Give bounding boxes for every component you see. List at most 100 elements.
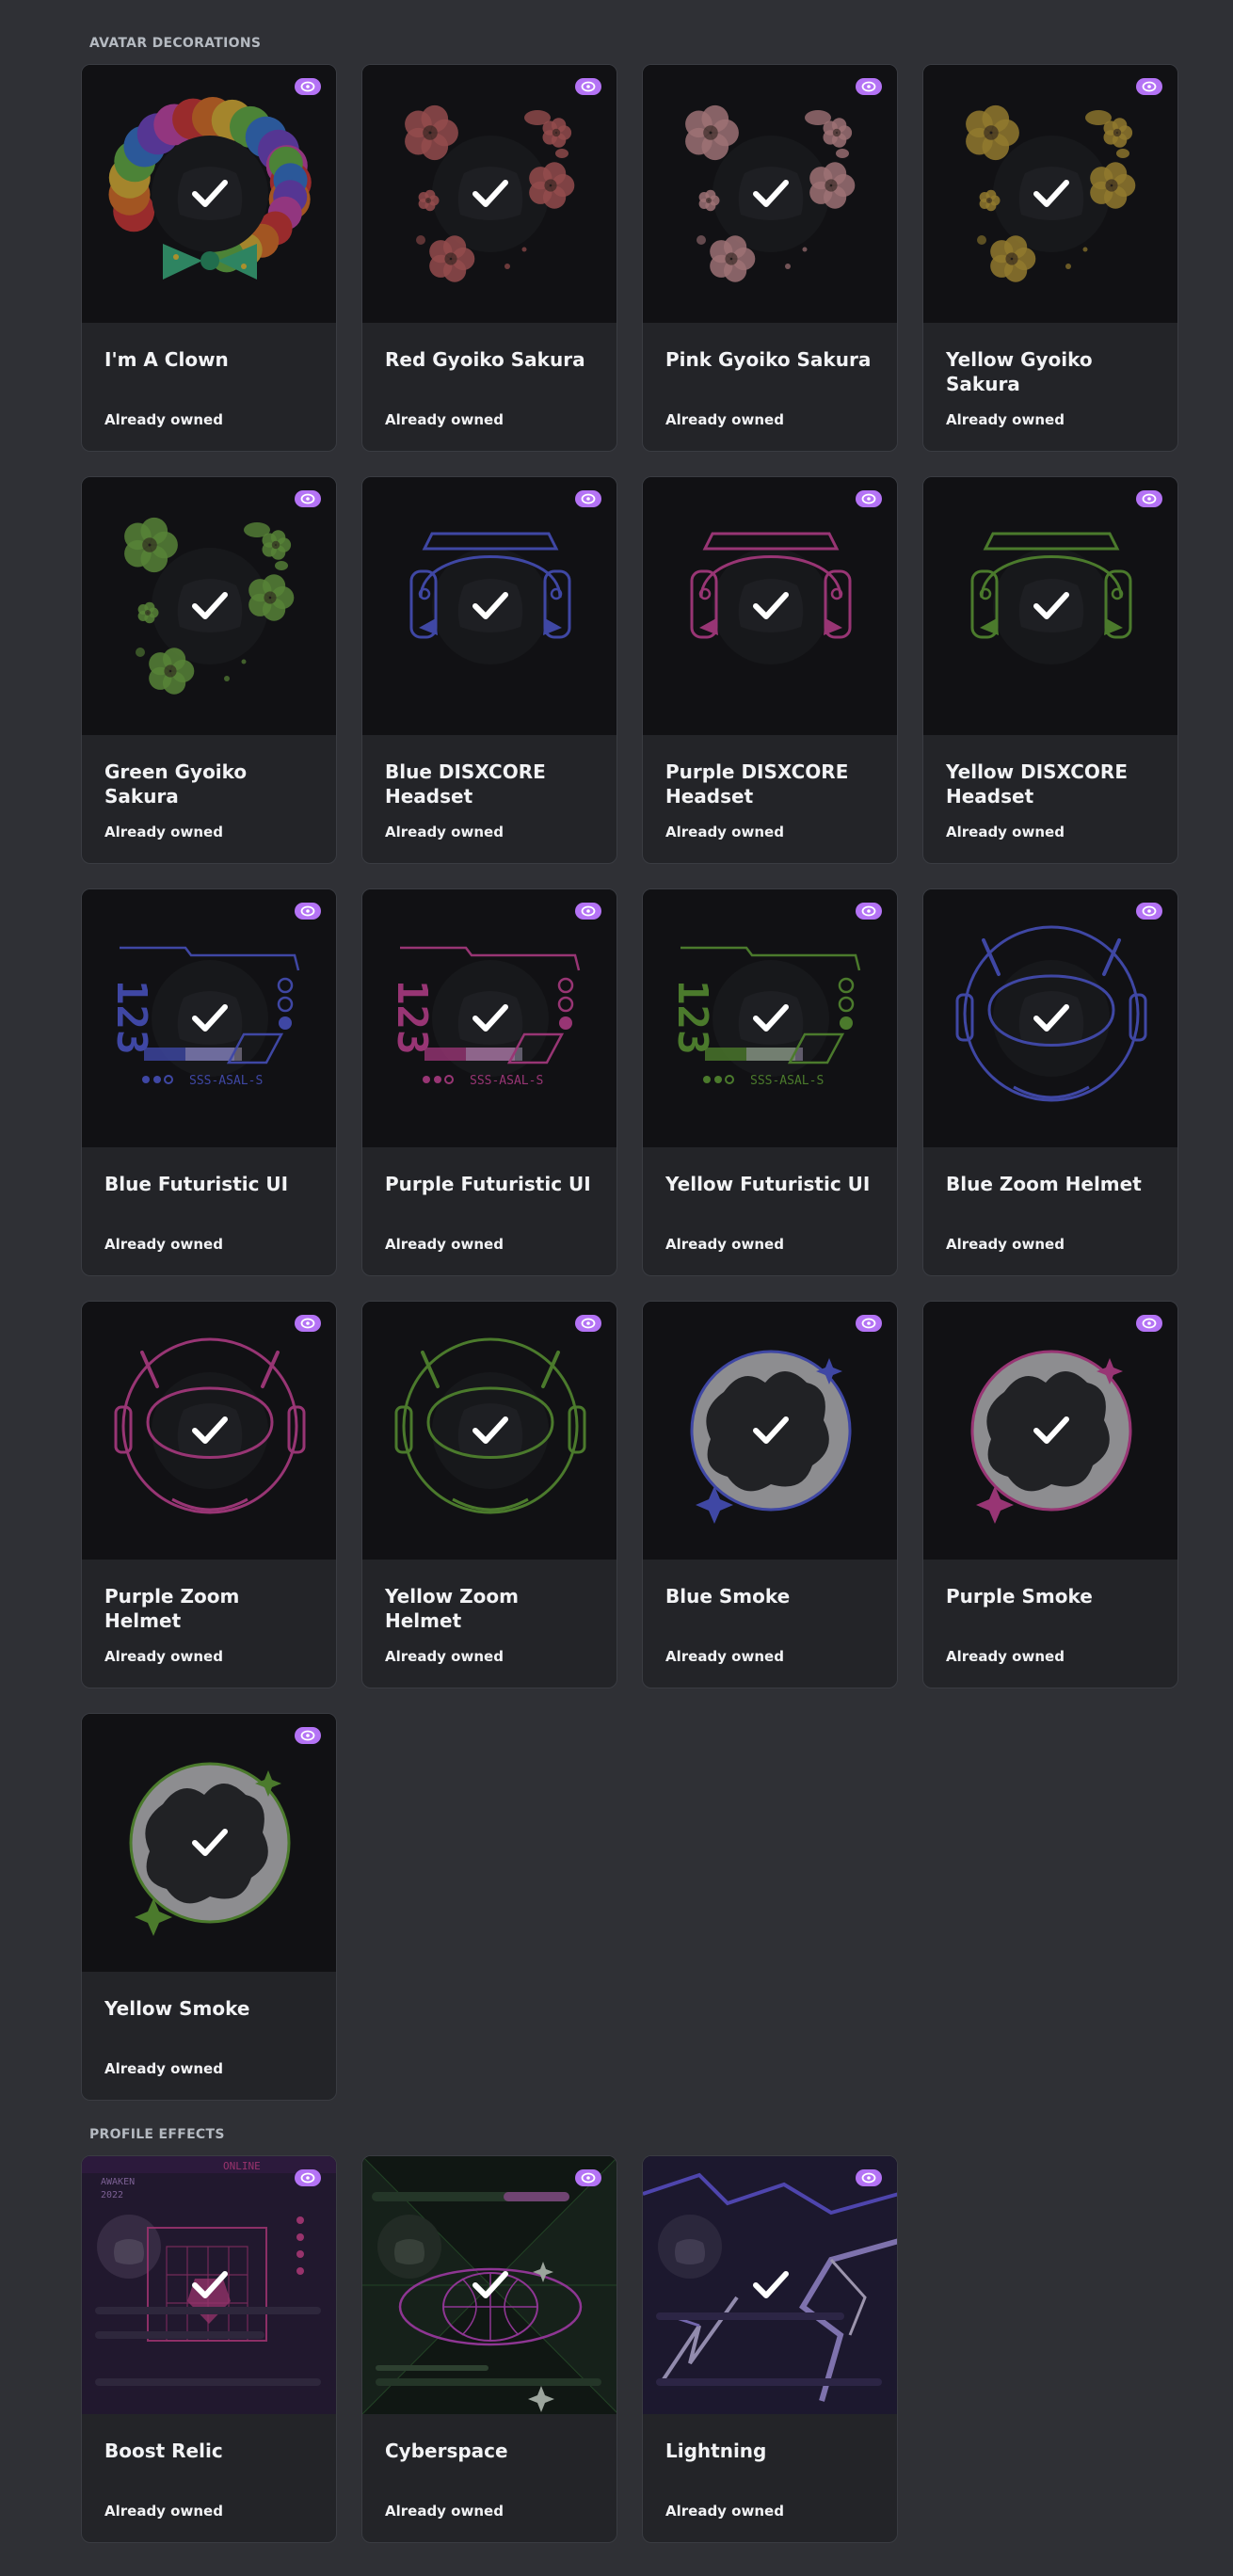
item-info: Purple Zoom Helmet: [82, 1560, 336, 1633]
shop-item-card[interactable]: Pink Gyoiko Sakura Already owned: [642, 64, 898, 452]
item-status: Already owned: [104, 1236, 223, 1253]
checkmark-icon: [1033, 180, 1069, 207]
checkmark-icon: [472, 592, 508, 619]
shop-item-card[interactable]: Cyberspace Already owned: [361, 2155, 617, 2543]
shop-item-card[interactable]: Yellow Smoke Already owned: [81, 1713, 337, 2101]
nitro-badge-icon: [856, 2169, 882, 2186]
shop-item-card[interactable]: Yellow DISXCORE Headset Already owned: [922, 476, 1178, 864]
nitro-badge-icon: [575, 78, 601, 95]
checkmark-icon: [753, 2271, 789, 2298]
shop-item-card[interactable]: Blue Smoke Already owned: [642, 1301, 898, 1688]
nitro-badge-icon: [295, 903, 321, 920]
item-preview: 123 SSS-ASAL-S: [643, 889, 897, 1147]
nitro-badge-icon: [575, 490, 601, 507]
profile-effects-title: PROFILE EFFECTS: [89, 2127, 225, 2142]
item-name: Purple Smoke: [946, 1585, 1093, 1608]
item-name: Pink Gyoiko Sakura: [665, 348, 872, 371]
shop-item-card[interactable]: 123 SSS-ASAL-S Blue Futuristic UI Already o…: [81, 888, 337, 1276]
item-name: Red Gyoiko Sakura: [385, 348, 585, 371]
item-preview: [923, 477, 1177, 735]
item-info: Yellow Futuristic UI: [643, 1147, 897, 1196]
checkmark-icon: [1033, 1004, 1069, 1032]
nitro-badge-icon: [295, 490, 321, 507]
item-status: Already owned: [665, 1236, 784, 1253]
item-info: Red Gyoiko Sakura: [362, 323, 616, 372]
item-status: Already owned: [385, 1648, 504, 1665]
item-status: Already owned: [104, 411, 223, 428]
item-status: Already owned: [104, 2503, 223, 2520]
item-status: Already owned: [665, 1648, 784, 1665]
checkmark-icon: [472, 1416, 508, 1444]
item-preview: [362, 477, 616, 735]
item-preview: [643, 65, 897, 323]
item-info: Lightning: [643, 2414, 897, 2463]
item-name: Yellow Zoom Helmet: [385, 1585, 519, 1632]
item-info: Yellow Gyoiko Sakura: [923, 323, 1177, 396]
nitro-badge-icon: [575, 1315, 601, 1332]
item-status: Already owned: [385, 2503, 504, 2520]
item-preview: [923, 65, 1177, 323]
shop-item-card[interactable]: Lightning Already owned: [642, 2155, 898, 2543]
avatar-decorations-title: AVATAR DECORATIONS: [89, 36, 262, 51]
checkmark-icon: [753, 592, 789, 619]
item-info: Pink Gyoiko Sakura: [643, 323, 897, 372]
nitro-badge-icon: [1136, 78, 1162, 95]
item-preview: 123 SSS-ASAL-S: [82, 889, 336, 1147]
shop-item-card[interactable]: Green Gyoiko Sakura Already owned: [81, 476, 337, 864]
nitro-badge-icon: [1136, 903, 1162, 920]
checkmark-icon: [753, 1004, 789, 1032]
item-preview: [362, 2156, 616, 2414]
nitro-badge-icon: [1136, 490, 1162, 507]
checkmark-icon: [472, 1004, 508, 1032]
item-status: Already owned: [385, 1236, 504, 1253]
nitro-badge-icon: [856, 903, 882, 920]
avatar-decorations-grid: I'm A Clown Already owned Red Gyoiko Sakur…: [81, 64, 1178, 2101]
item-preview: [82, 1302, 336, 1560]
shop-item-card[interactable]: Purple Zoom Helmet Already owned: [81, 1301, 337, 1688]
shop-item-card[interactable]: 123 SSS-ASAL-S Yellow Futuristic UI Already…: [642, 888, 898, 1276]
item-name: Yellow Futuristic UI: [665, 1173, 871, 1195]
shop-item-card[interactable]: I'm A Clown Already owned: [81, 64, 337, 452]
item-name: Green Gyoiko Sakura: [104, 760, 248, 808]
item-name: Yellow DISXCORE Headset: [946, 760, 1128, 808]
item-info: Blue DISXCORE Headset: [362, 735, 616, 808]
checkmark-icon: [472, 180, 508, 207]
item-name: Purple Futuristic UI: [385, 1173, 591, 1195]
item-preview: [923, 889, 1177, 1147]
checkmark-icon: [753, 180, 789, 207]
item-name: Boost Relic: [104, 2440, 223, 2462]
item-name: Purple DISXCORE Headset: [665, 760, 849, 808]
item-status: Already owned: [665, 824, 784, 840]
item-status: Already owned: [665, 2503, 784, 2520]
item-name: Purple Zoom Helmet: [104, 1585, 240, 1632]
shop-item-card[interactable]: ONLINE AWAKEN 2022 Boost Relic Already owned: [81, 2155, 337, 2543]
shop-item-card[interactable]: Yellow Gyoiko Sakura Already owned: [922, 64, 1178, 452]
item-info: Blue Futuristic UI: [82, 1147, 336, 1196]
item-preview: [643, 2156, 897, 2414]
shop-item-card[interactable]: 123 SSS-ASAL-S Purple Futuristic UI Already…: [361, 888, 617, 1276]
item-info: I'm A Clown: [82, 323, 336, 372]
profile-effects-grid: ONLINE AWAKEN 2022 Boost Relic Already owned…: [81, 2155, 1178, 2543]
item-info: Yellow Smoke: [82, 1972, 336, 2021]
item-status: Already owned: [665, 411, 784, 428]
item-name: Cyberspace: [385, 2440, 508, 2462]
item-info: Purple DISXCORE Headset: [643, 735, 897, 808]
nitro-badge-icon: [856, 78, 882, 95]
shop-item-card[interactable]: Purple Smoke Already owned: [922, 1301, 1178, 1688]
item-preview: [82, 477, 336, 735]
item-preview: [362, 1302, 616, 1560]
shop-item-card[interactable]: Blue Zoom Helmet Already owned: [922, 888, 1178, 1276]
shop-item-card[interactable]: Purple DISXCORE Headset Already owned: [642, 476, 898, 864]
item-name: Blue Smoke: [665, 1585, 791, 1608]
item-name: Blue DISXCORE Headset: [385, 760, 546, 808]
item-preview: [643, 1302, 897, 1560]
item-info: Purple Futuristic UI: [362, 1147, 616, 1196]
item-preview: ONLINE AWAKEN 2022: [82, 2156, 336, 2414]
item-preview: [362, 65, 616, 323]
shop-item-card[interactable]: Yellow Zoom Helmet Already owned: [361, 1301, 617, 1688]
item-name: Yellow Gyoiko Sakura: [946, 348, 1093, 395]
shop-item-card[interactable]: Red Gyoiko Sakura Already owned: [361, 64, 617, 452]
shop-item-card[interactable]: Blue DISXCORE Headset Already owned: [361, 476, 617, 864]
checkmark-icon: [1033, 592, 1069, 619]
item-status: Already owned: [946, 1648, 1065, 1665]
